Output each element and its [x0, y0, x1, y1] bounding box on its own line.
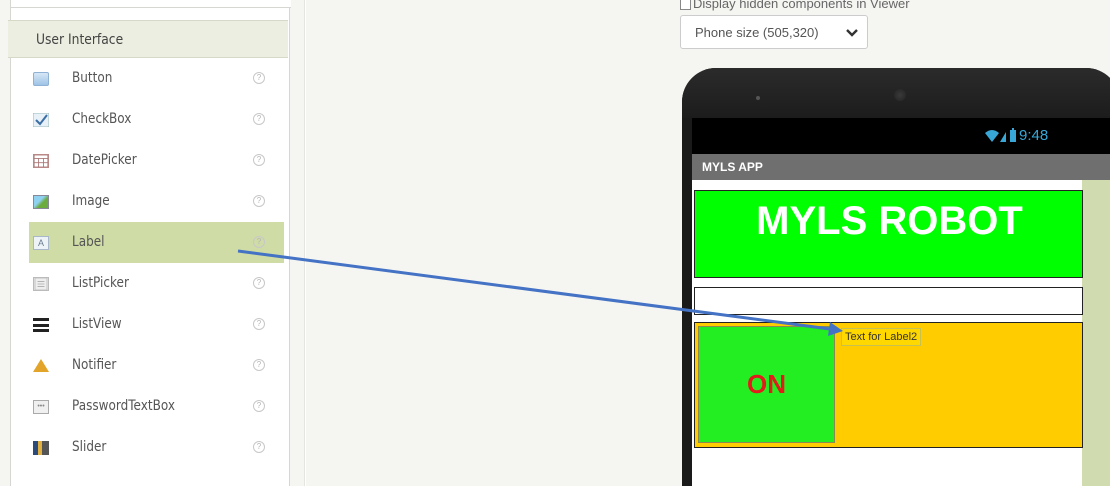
palette-item-checkbox[interactable]: CheckBox ?: [17, 99, 289, 140]
palette-top-divider: [11, 0, 291, 8]
help-icon[interactable]: ?: [253, 277, 265, 289]
palette-panel: User Interface Button ? CheckBox ? DateP…: [0, 0, 305, 486]
listpicker-icon: [33, 277, 49, 291]
palette-item-label: Notifier: [72, 357, 117, 373]
status-time: 9:48: [1019, 127, 1049, 144]
palette-item-datepicker[interactable]: DatePicker ?: [17, 140, 289, 181]
palette-item-listpicker[interactable]: ListPicker ?: [17, 263, 289, 304]
palette-item-label: Image: [72, 193, 110, 209]
palette-item-label: CheckBox: [72, 111, 132, 127]
checkbox-icon[interactable]: [680, 0, 691, 11]
button-icon: [33, 72, 49, 86]
slider-icon: [33, 441, 49, 455]
palette-item-passwordtextbox[interactable]: ••• PasswordTextBox ?: [17, 386, 289, 427]
display-hidden-components-label: Display hidden components in Viewer: [693, 0, 910, 11]
phone-screen: 9:48 MYLS APP MYLS ROBOT ON Text for Lab…: [692, 118, 1110, 486]
help-icon[interactable]: ?: [253, 318, 265, 330]
help-icon[interactable]: ?: [253, 113, 265, 125]
camera-icon: [894, 89, 906, 101]
textbox-component[interactable]: [694, 287, 1083, 315]
label-icon: A: [33, 236, 49, 250]
palette-item-label: Label: [72, 234, 105, 250]
help-icon[interactable]: ?: [253, 400, 265, 412]
palette-item-label: ListView: [72, 316, 122, 332]
datepicker-icon: [33, 154, 49, 168]
palette-category-title: User Interface: [36, 32, 124, 48]
listview-icon: [33, 318, 49, 332]
passwordtextbox-icon: •••: [33, 400, 49, 414]
phone-size-value: Phone size (505,320): [695, 25, 819, 40]
phone-bezel-top: [682, 68, 1110, 118]
app-title: MYLS APP: [702, 160, 763, 174]
image-icon: [33, 195, 49, 209]
title-label-component[interactable]: MYLS ROBOT: [694, 190, 1083, 278]
status-bar: 9:48: [692, 118, 1110, 154]
palette-item-label: DatePicker: [72, 152, 137, 168]
title-label-text: MYLS ROBOT: [756, 199, 1023, 243]
screen-scroll-strip: [1082, 180, 1110, 486]
checkbox-icon: [33, 113, 49, 127]
help-icon[interactable]: ?: [253, 236, 265, 248]
palette-item-label: ListPicker: [72, 275, 129, 291]
palette-item-notifier[interactable]: Notifier ?: [17, 345, 289, 386]
phone-mockup: 9:48 MYLS APP MYLS ROBOT ON Text for Lab…: [682, 68, 1110, 486]
viewer-panel: Display hidden components in Viewer Phon…: [306, 0, 1110, 486]
palette-item-label: Slider: [72, 439, 107, 455]
on-button-label: ON: [747, 369, 786, 399]
palette-item-slider[interactable]: Slider ?: [17, 427, 289, 468]
notifier-icon: [33, 359, 49, 372]
help-icon[interactable]: ?: [253, 195, 265, 207]
palette-item-label-selected[interactable]: A Label ?: [29, 222, 284, 263]
phone-size-dropdown[interactable]: Phone size (505,320): [680, 15, 868, 49]
palette-item-image[interactable]: Image ?: [17, 181, 289, 222]
palette-item-listview[interactable]: ListView ?: [17, 304, 289, 345]
label2-component[interactable]: Text for Label2: [841, 328, 922, 346]
palette-item-label: PasswordTextBox: [72, 398, 175, 414]
palette-item-label: Button: [72, 70, 113, 86]
sensor-icon: [756, 96, 760, 100]
help-icon[interactable]: ?: [253, 154, 265, 166]
wifi-signal-battery-icon: [985, 128, 1016, 142]
palette-list: Button ? CheckBox ? DatePicker ? Image ?…: [17, 58, 289, 468]
help-icon[interactable]: ?: [253, 359, 265, 371]
display-hidden-components-checkbox[interactable]: Display hidden components in Viewer: [680, 0, 910, 11]
on-button[interactable]: ON: [698, 326, 835, 443]
palette-category-header[interactable]: User Interface: [8, 20, 288, 58]
help-icon[interactable]: ?: [253, 72, 265, 84]
palette-item-button[interactable]: Button ?: [17, 58, 289, 99]
horizontal-arrangement[interactable]: ON Text for Label2: [694, 322, 1083, 448]
app-title-bar: MYLS APP: [692, 154, 1110, 180]
chevron-down-icon: [846, 29, 858, 37]
help-icon[interactable]: ?: [253, 441, 265, 453]
